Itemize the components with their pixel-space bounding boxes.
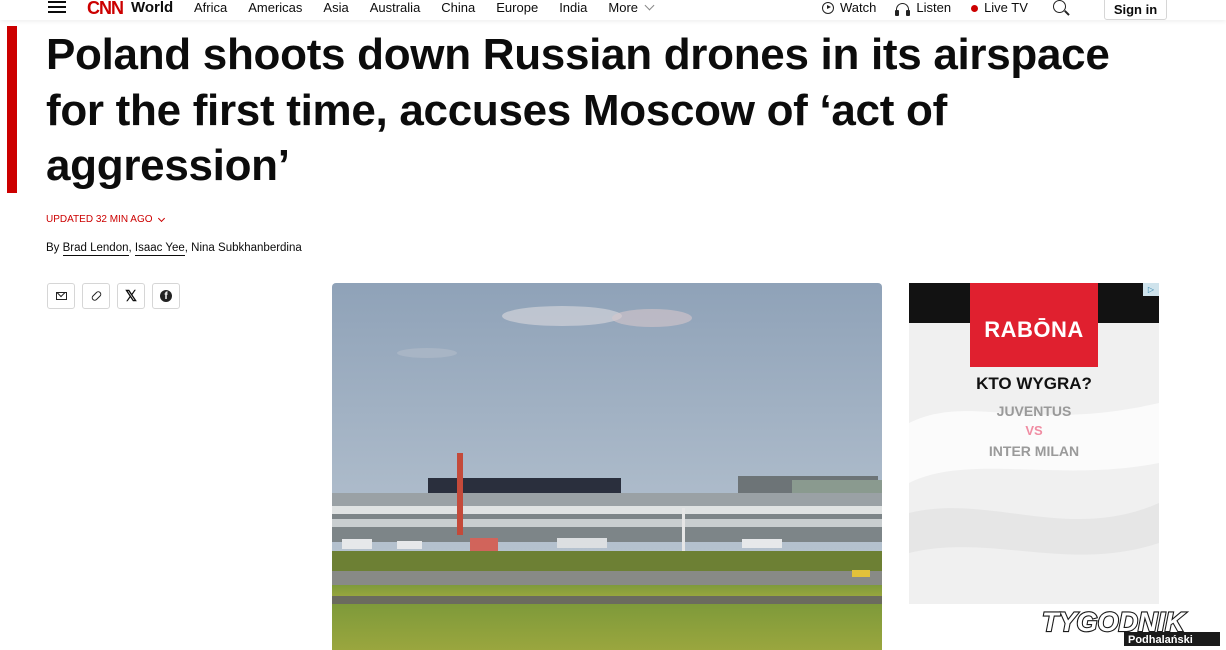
watermark-subtitle: Podhalański: [1128, 634, 1193, 646]
headphones-icon: [895, 2, 911, 16]
author-link-1[interactable]: Brad Lendon: [62, 242, 129, 256]
share-facebook-button[interactable]: f: [152, 283, 180, 309]
link-icon: [89, 289, 103, 303]
airport-photo-image: [332, 283, 882, 650]
nav-link-australia[interactable]: Australia: [370, 0, 421, 16]
section-name[interactable]: World: [131, 0, 173, 17]
advertisement[interactable]: ▷ RABŌNA KTO WYGRA? JUVENTUS VS INTER MI…: [909, 283, 1159, 604]
author-link-2[interactable]: Isaac Yee: [134, 242, 185, 256]
chevron-down-icon: [644, 0, 655, 11]
top-nav: CNN World Africa Americas Asia Australia…: [0, 0, 1226, 20]
nav-more-button[interactable]: More: [608, 0, 655, 16]
ad-team-1: JUVENTUS: [996, 403, 1072, 419]
headline-accent-bar: [7, 26, 17, 193]
menu-icon[interactable]: [48, 1, 66, 15]
ad-choices-icon[interactable]: ▷: [1143, 283, 1159, 296]
nav-link-india[interactable]: India: [559, 0, 587, 16]
share-link-button[interactable]: [82, 283, 110, 309]
author-3: Nina Subkhanberdina: [191, 242, 302, 254]
cnn-logo[interactable]: CNN: [87, 0, 127, 19]
nav-link-americas[interactable]: Americas: [248, 0, 302, 16]
nav-link-europe[interactable]: Europe: [496, 0, 538, 16]
share-email-button[interactable]: [47, 283, 75, 309]
byline: By Brad Lendon, Isaac Yee, Nina Subkhanb…: [46, 242, 302, 256]
page-title: Poland shoots down Russian drones in its…: [46, 30, 1110, 190]
live-tv-button[interactable]: Live TV: [971, 0, 1028, 16]
article-photo[interactable]: [332, 283, 882, 650]
ad-question: KTO WYGRA?: [976, 374, 1092, 393]
timestamp-toggle[interactable]: UPDATED 32 MIN AGO: [46, 214, 165, 225]
listen-button[interactable]: Listen: [895, 0, 952, 16]
watch-label: Watch: [840, 0, 877, 15]
listen-label: Listen: [916, 0, 952, 15]
nav-link-africa[interactable]: Africa: [194, 0, 227, 16]
share-x-button[interactable]: 𝕏: [117, 283, 145, 309]
sign-in-button[interactable]: Sign in: [1104, 0, 1167, 20]
share-bar: 𝕏 f: [47, 283, 187, 309]
timestamp: UPDATED 32 MIN AGO: [46, 214, 153, 225]
nav-right: Watch Listen Live TV: [822, 0, 1048, 16]
nav-links: Africa Americas Asia Australia China Eur…: [194, 0, 674, 16]
nav-link-china[interactable]: China: [441, 0, 475, 16]
x-icon: 𝕏: [124, 287, 138, 305]
byline-prefix: By: [46, 242, 60, 254]
play-icon: [822, 2, 834, 14]
email-icon: [55, 292, 67, 300]
chevron-down-icon: [157, 214, 165, 222]
nav-more-label: More: [608, 0, 639, 15]
facebook-icon: f: [160, 290, 172, 302]
ad-brand-logo: RABŌNA: [970, 283, 1098, 367]
live-dot-icon: [971, 4, 979, 12]
ad-team-2: INTER MILAN: [988, 443, 1080, 459]
nav-link-asia[interactable]: Asia: [323, 0, 348, 16]
ad-vs: VS: [1025, 423, 1043, 438]
watch-button[interactable]: Watch: [822, 0, 876, 16]
search-icon[interactable]: [1053, 0, 1066, 13]
tygodnik-watermark-logo: TYGODNIK Podhalański: [1036, 604, 1226, 650]
live-tv-label: Live TV: [984, 0, 1028, 15]
